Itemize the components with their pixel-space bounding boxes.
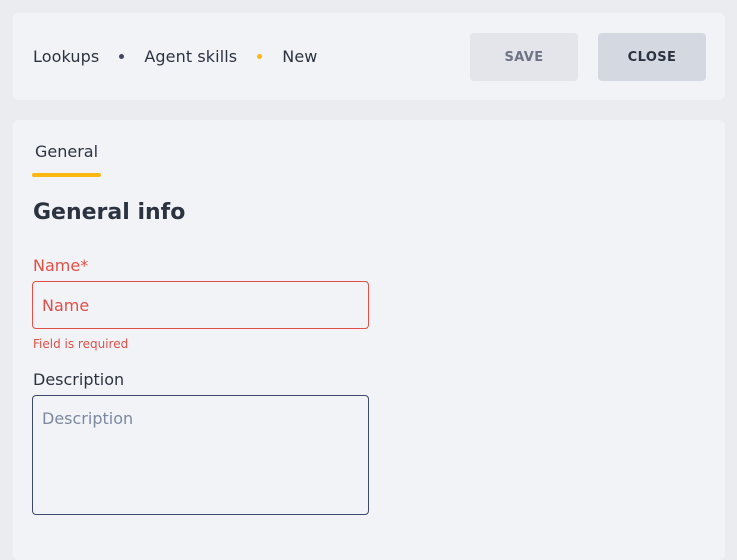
breadcrumb: Lookups Agent skills New (33, 13, 317, 100)
name-field-label: Name* (33, 256, 89, 275)
tab-active-indicator (32, 173, 101, 177)
tab-general-label: General (34, 142, 99, 161)
section-title: General info (33, 200, 186, 225)
breadcrumb-item-agent-skills[interactable]: Agent skills (144, 47, 237, 66)
tab-general[interactable]: General (32, 142, 101, 177)
save-button[interactable]: SAVE (470, 33, 578, 81)
header-bar: Lookups Agent skills New SAVE CLOSE (13, 13, 725, 100)
description-field-label: Description (33, 370, 125, 389)
breadcrumb-separator (119, 54, 125, 59)
form-card: General General info Name* Field is requ… (13, 120, 725, 560)
name-error-message: Field is required (33, 337, 129, 351)
name-input[interactable] (32, 281, 369, 329)
description-input[interactable] (32, 395, 369, 515)
breadcrumb-item-lookups[interactable]: Lookups (33, 47, 99, 66)
breadcrumb-item-current: New (282, 47, 318, 66)
breadcrumb-separator-active (257, 54, 263, 59)
close-button[interactable]: CLOSE (598, 33, 706, 81)
